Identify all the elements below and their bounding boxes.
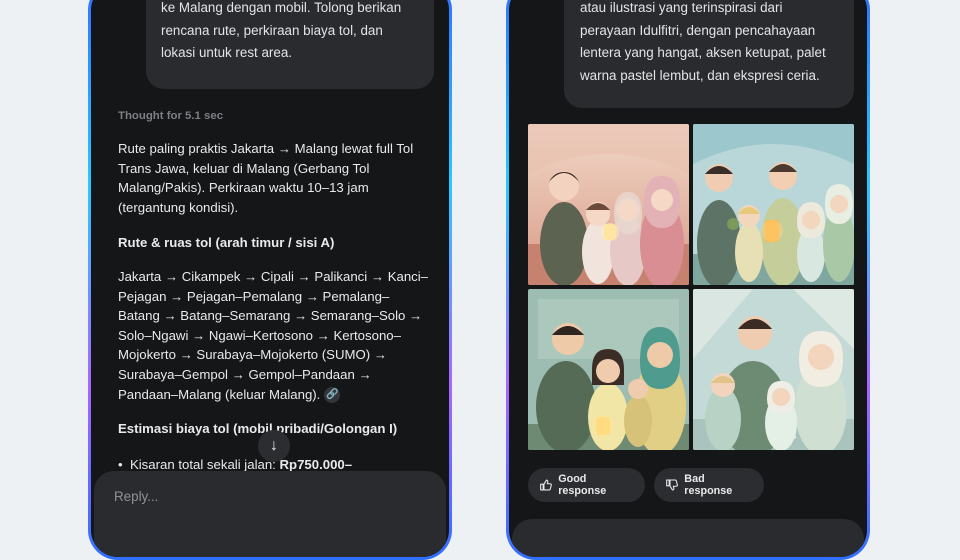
thumbs-up-icon <box>540 479 552 491</box>
cost-bullet-prefix: Kisaran total sekali jalan: <box>129 457 280 472</box>
user-message-bubble: Saya berencana untuk mudik dari Jakarta … <box>146 0 434 89</box>
reply-input[interactable] <box>512 519 864 557</box>
generated-image-4[interactable] <box>693 289 854 450</box>
cost-bullet-value: Rp750.000– <box>279 457 353 472</box>
reply-placeholder: Reply... <box>114 489 159 504</box>
thumbs-down-icon <box>666 479 678 491</box>
image-pager-dot <box>792 435 796 439</box>
generated-image-2[interactable] <box>693 124 854 285</box>
chat-screen-left: Saya berencana untuk mudik dari Jakarta … <box>91 0 449 557</box>
scroll-down-button[interactable]: ↓ <box>258 430 290 462</box>
route-list: Jakarta → Cikampek → Cipali → Palikanci … <box>118 267 438 404</box>
link-icon[interactable]: 🔗 <box>324 387 341 404</box>
phone-frame-left: Saya berencana untuk mudik dari Jakarta … <box>88 0 452 560</box>
generated-image-3[interactable] <box>528 289 689 450</box>
chat-screen-right: Buat foto keluarga dengan gaya anime ata… <box>509 0 867 557</box>
phone-frame-right: Buat foto keluarga dengan gaya anime ata… <box>506 0 870 560</box>
answer-intro: Rute paling praktis Jakarta → Malang lew… <box>118 141 414 215</box>
bad-response-button[interactable]: Bad response <box>654 468 764 502</box>
cost-bullet: • Kisaran total sekali jalan: Rp750.000– <box>118 457 353 472</box>
cost-heading: Estimasi biaya tol (mobil pribadi/Golong… <box>118 421 398 436</box>
good-response-button[interactable]: Good response <box>528 468 645 502</box>
good-response-label: Good response <box>558 473 607 497</box>
reply-input[interactable]: Reply... <box>94 471 446 557</box>
bad-response-label: Bad response <box>684 473 733 497</box>
arrow-down-icon: ↓ <box>270 437 278 454</box>
image-grid <box>528 124 854 450</box>
route-heading: Rute & ruas tol (arah timur / sisi A) <box>118 235 335 250</box>
route-list-text: Jakarta → Cikampek → Cipali → Palikanci … <box>118 269 429 402</box>
user-message-bubble: Buat foto keluarga dengan gaya anime ata… <box>564 0 854 108</box>
thought-duration-label[interactable]: Thought for 5.1 sec <box>118 110 223 122</box>
generated-image-1[interactable] <box>528 124 689 285</box>
